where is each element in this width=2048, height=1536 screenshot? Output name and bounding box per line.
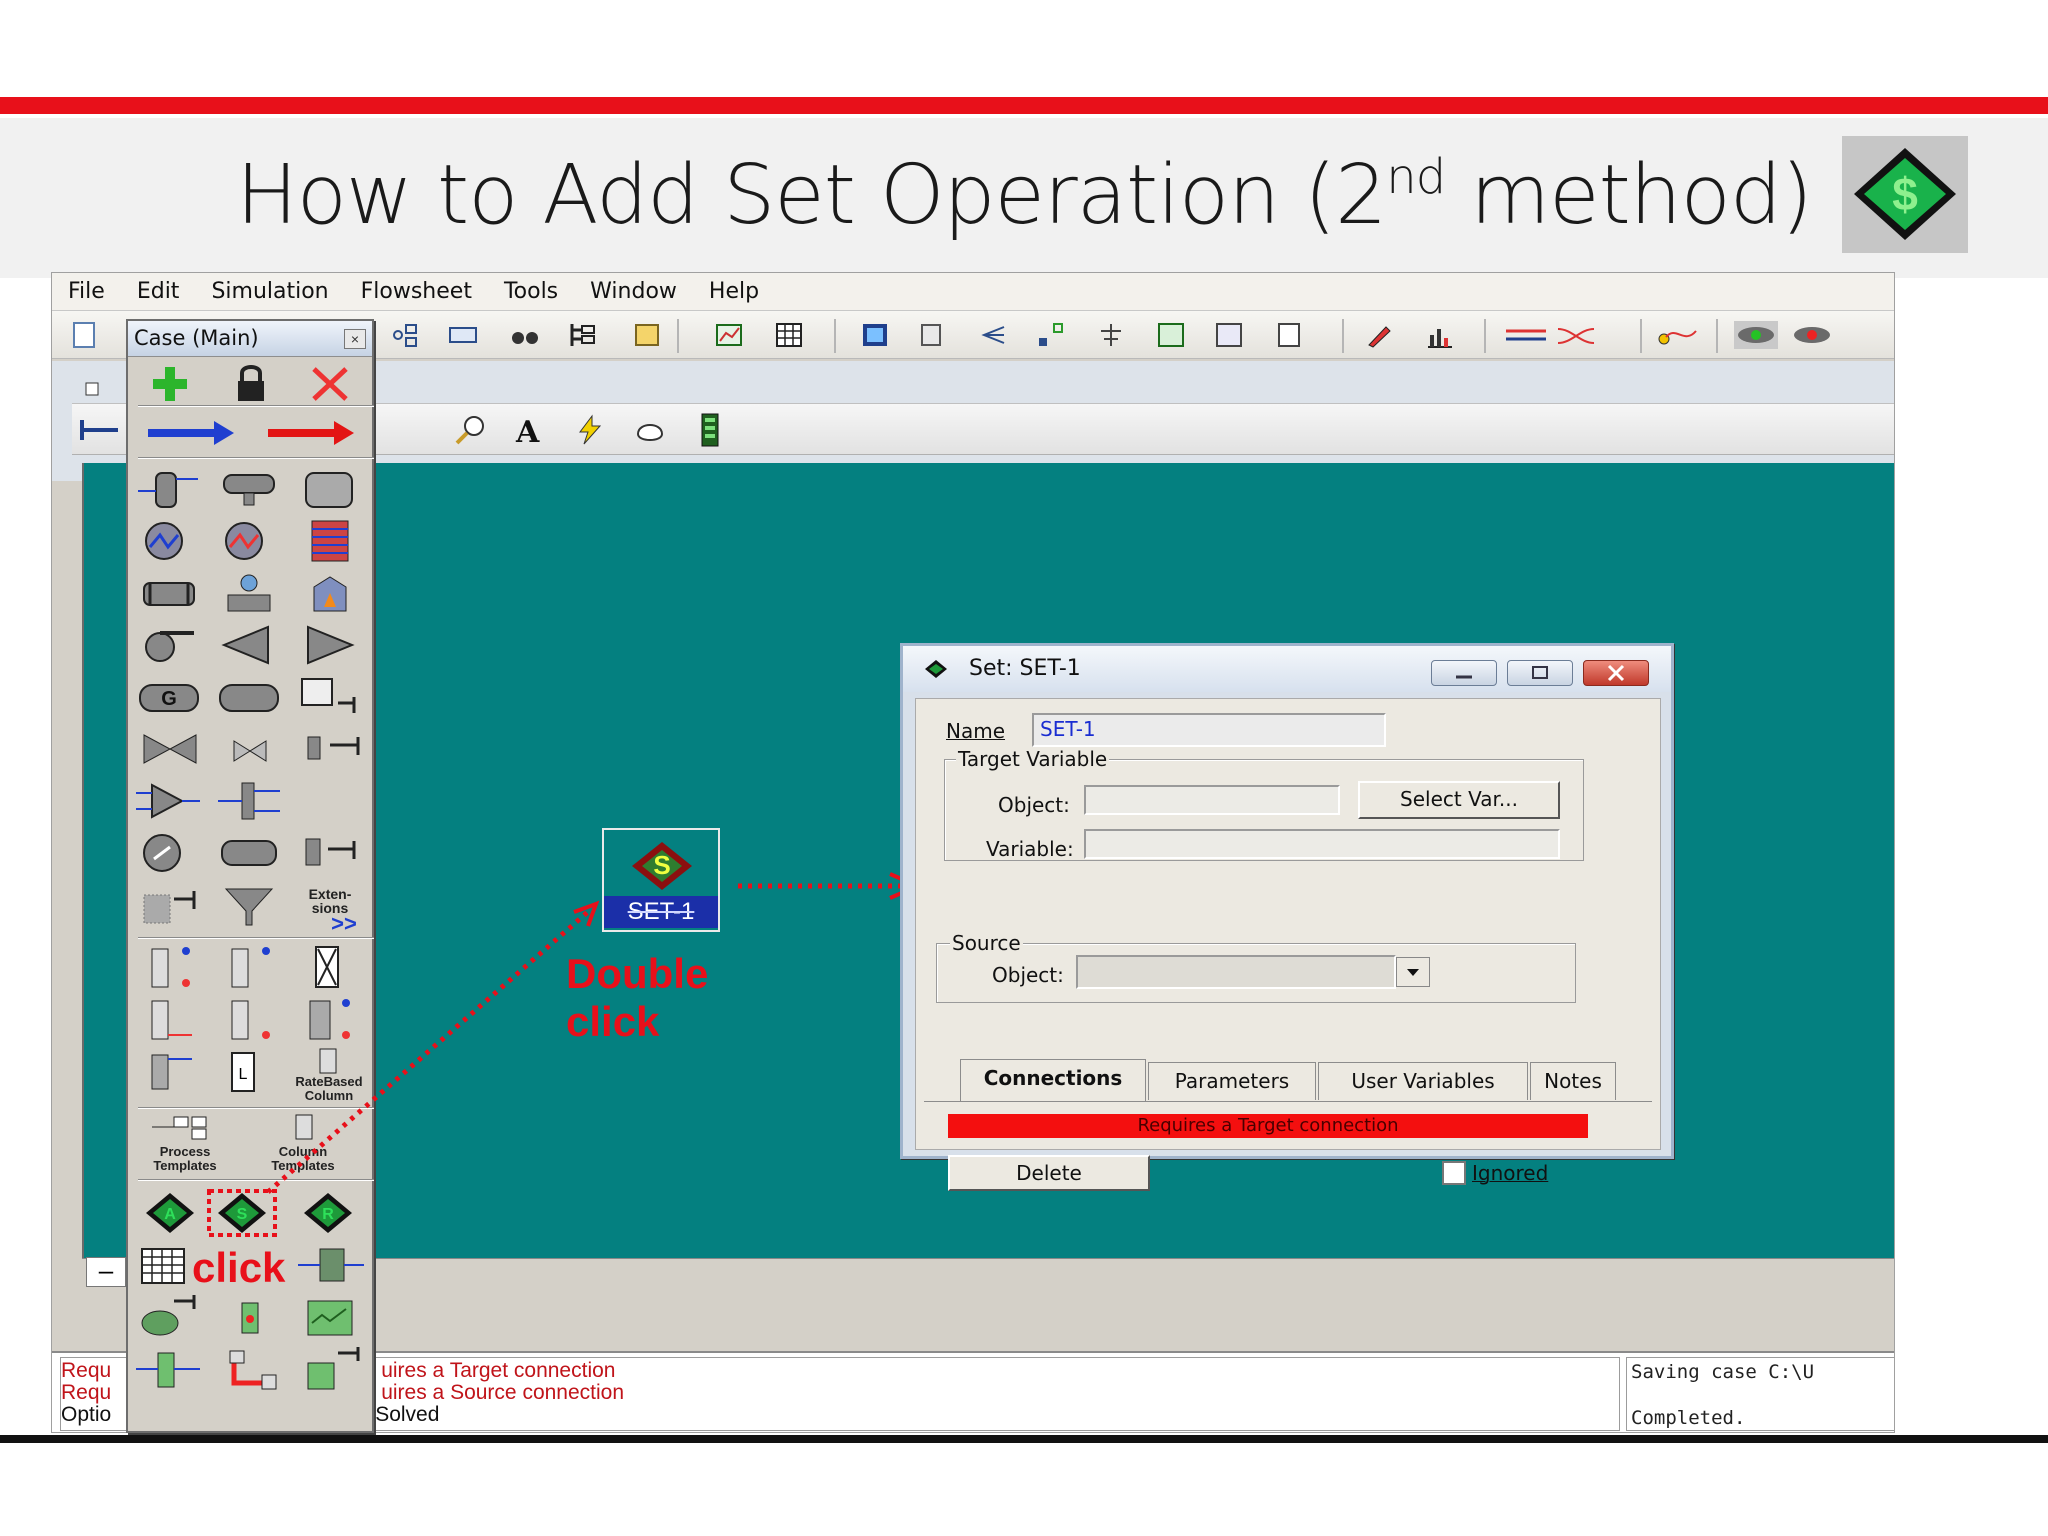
ignored-label: Ignored: [1472, 1161, 1549, 1185]
dialog-title-bar[interactable]: Set: SET-1: [903, 646, 1671, 692]
status-message-bar: Requires a Target connection: [948, 1114, 1588, 1138]
double-click-annotation: Double click: [566, 950, 708, 1046]
double-click-line1: Double: [566, 950, 709, 997]
source-label: Source: [950, 931, 1023, 955]
double-click-line2: click: [566, 998, 660, 1045]
name-label: Name: [946, 719, 1006, 743]
close-button[interactable]: [1583, 660, 1649, 686]
target-variable-field[interactable]: [1084, 829, 1560, 859]
tab-notes[interactable]: Notes: [1530, 1062, 1616, 1100]
target-object-field[interactable]: [1084, 785, 1340, 815]
chevron-down-icon: [1407, 969, 1419, 976]
tab-baseline: [924, 1101, 1652, 1102]
minimize-button[interactable]: [1431, 660, 1497, 686]
name-input[interactable]: SET-1: [1032, 713, 1386, 747]
source-dropdown-button[interactable]: [1396, 957, 1430, 987]
ignored-checkbox[interactable]: [1442, 1161, 1466, 1185]
target-object-label: Object:: [998, 793, 1070, 817]
maximize-button[interactable]: [1507, 660, 1573, 686]
slide: How to Add Set Operation (2nd method) $ …: [0, 0, 2048, 1536]
dialog-body: Name SET-1 Target Variable Object: Selec…: [915, 698, 1661, 1191]
click-annotation: click: [192, 1244, 286, 1291]
source-object-label: Object:: [992, 963, 1064, 987]
variable-label: Variable:: [986, 837, 1074, 861]
select-var-button[interactable]: Select Var...: [1358, 781, 1560, 819]
dialog-title: Set: SET-1: [969, 656, 1081, 681]
tab-user-variables[interactable]: User Variables: [1318, 1062, 1528, 1100]
target-variable-label: Target Variable: [956, 747, 1110, 771]
delete-button[interactable]: Delete: [948, 1155, 1150, 1191]
source-object-dropdown[interactable]: [1076, 955, 1396, 989]
tab-connections[interactable]: Connections: [960, 1059, 1146, 1101]
tab-parameters[interactable]: Parameters: [1148, 1062, 1316, 1100]
set-dialog: Set: SET-1 Name SET-1 Target Variable Ob…: [900, 643, 1674, 1191]
bottom-rule: [0, 1435, 2048, 1443]
dialog-set-icon: [925, 660, 947, 678]
